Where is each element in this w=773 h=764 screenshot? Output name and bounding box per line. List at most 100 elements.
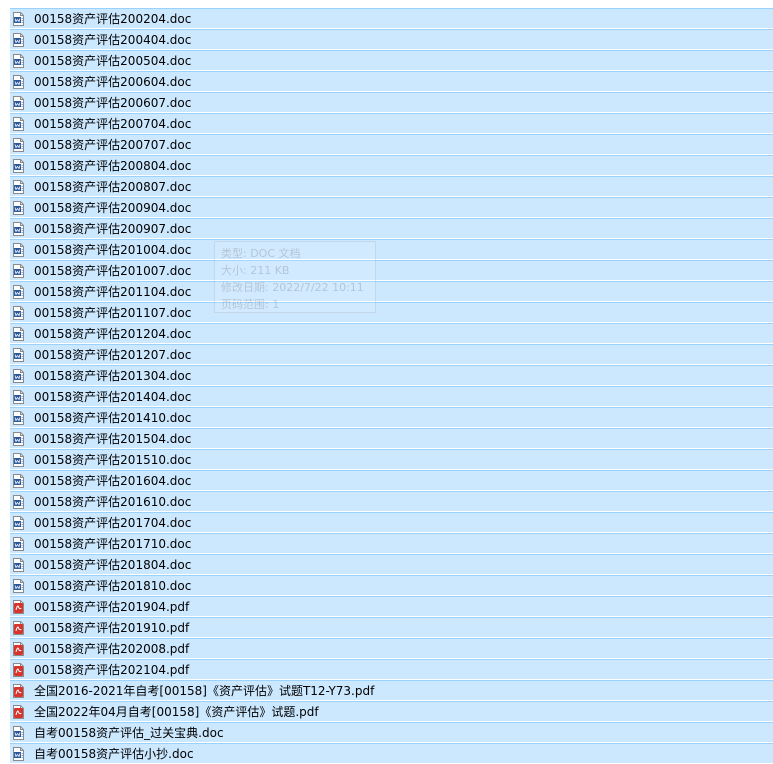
file-row[interactable]: 00158资产评估202104.pdf	[10, 659, 773, 679]
doc-file-icon	[13, 368, 24, 383]
file-name: 全国2016-2021年自考[00158]《资产评估》试题T12-Y73.pdf	[34, 683, 375, 698]
file-name: 00158资产评估201510.doc	[34, 452, 192, 467]
file-row[interactable]: 00158资产评估201804.doc	[10, 554, 773, 574]
file-row[interactable]: 00158资产评估201404.doc	[10, 386, 773, 406]
doc-file-icon	[13, 515, 24, 530]
file-row[interactable]: 00158资产评估201810.doc	[10, 575, 773, 595]
file-name: 全国2022年04月自考[00158]《资产评估》试题.pdf	[34, 704, 319, 719]
doc-file-icon	[13, 53, 24, 68]
doc-file-icon	[13, 389, 24, 404]
doc-file-icon	[13, 536, 24, 551]
file-row[interactable]: 00158资产评估201604.doc	[10, 470, 773, 490]
file-row[interactable]: 00158资产评估200804.doc	[10, 155, 773, 175]
doc-file-icon	[13, 494, 24, 509]
file-row[interactable]: 00158资产评估200904.doc	[10, 197, 773, 217]
file-name: 00158资产评估200904.doc	[34, 200, 192, 215]
file-row[interactable]: 自考00158资产评估_过关宝典.doc	[10, 722, 773, 742]
doc-file-icon	[13, 305, 24, 320]
file-row[interactable]: 00158资产评估200807.doc	[10, 176, 773, 196]
doc-file-icon	[13, 221, 24, 236]
doc-file-icon	[13, 158, 24, 173]
file-name: 00158资产评估200404.doc	[34, 32, 192, 47]
file-name: 00158资产评估200607.doc	[34, 95, 192, 110]
file-row[interactable]: 00158资产评估200604.doc	[10, 71, 773, 91]
doc-file-icon	[13, 74, 24, 89]
file-name: 00158资产评估200704.doc	[34, 116, 192, 131]
pdf-file-icon	[13, 620, 24, 635]
file-row[interactable]: 00158资产评估200504.doc	[10, 50, 773, 70]
file-row[interactable]: 00158资产评估200704.doc	[10, 113, 773, 133]
file-row[interactable]: 00158资产评估201904.pdf	[10, 596, 773, 616]
file-row[interactable]: 00158资产评估201410.doc	[10, 407, 773, 427]
file-name: 00158资产评估201404.doc	[34, 389, 192, 404]
doc-file-icon	[13, 95, 24, 110]
doc-file-icon	[13, 431, 24, 446]
file-row[interactable]: 00158资产评估201107.doc	[10, 302, 773, 322]
doc-file-icon	[13, 557, 24, 572]
file-name: 00158资产评估201910.pdf	[34, 620, 190, 635]
doc-file-icon	[13, 179, 24, 194]
doc-file-icon	[13, 473, 24, 488]
file-row[interactable]: 00158资产评估201304.doc	[10, 365, 773, 385]
file-row[interactable]: 00158资产评估200607.doc	[10, 92, 773, 112]
file-name: 00158资产评估201410.doc	[34, 410, 192, 425]
file-name: 00158资产评估202008.pdf	[34, 641, 190, 656]
file-name: 00158资产评估201804.doc	[34, 557, 192, 572]
file-row[interactable]: 00158资产评估201710.doc	[10, 533, 773, 553]
file-row[interactable]: 00158资产评估201204.doc	[10, 323, 773, 343]
file-row[interactable]: 00158资产评估201704.doc	[10, 512, 773, 532]
doc-file-icon	[13, 200, 24, 215]
doc-file-icon	[13, 11, 24, 26]
file-name: 00158资产评估201007.doc	[34, 263, 192, 278]
file-row[interactable]: 00158资产评估200204.doc	[10, 8, 773, 28]
file-row[interactable]: 00158资产评估201207.doc	[10, 344, 773, 364]
file-name: 00158资产评估201610.doc	[34, 494, 192, 509]
doc-file-icon	[13, 578, 24, 593]
file-row[interactable]: 00158资产评估201004.doc	[10, 239, 773, 259]
pdf-file-icon	[13, 662, 24, 677]
doc-file-icon	[13, 725, 24, 740]
file-name: 00158资产评估200907.doc	[34, 221, 192, 236]
file-name: 00158资产评估201704.doc	[34, 515, 192, 530]
file-name: 00158资产评估201104.doc	[34, 284, 192, 299]
file-row[interactable]: 00158资产评估201510.doc	[10, 449, 773, 469]
doc-file-icon	[13, 326, 24, 341]
file-row[interactable]: 全国2022年04月自考[00158]《资产评估》试题.pdf	[10, 701, 773, 721]
file-name: 自考00158资产评估小抄.doc	[34, 746, 194, 761]
file-row[interactable]: 00158资产评估200707.doc	[10, 134, 773, 154]
file-row[interactable]: 00158资产评估202008.pdf	[10, 638, 773, 658]
file-name: 00158资产评估201710.doc	[34, 536, 192, 551]
file-row[interactable]: 全国2016-2021年自考[00158]《资产评估》试题T12-Y73.pdf	[10, 680, 773, 700]
file-row[interactable]: 00158资产评估201104.doc	[10, 281, 773, 301]
file-row[interactable]: 00158资产评估200404.doc	[10, 29, 773, 49]
doc-file-icon	[13, 242, 24, 257]
file-name: 00158资产评估201204.doc	[34, 326, 192, 341]
doc-file-icon	[13, 410, 24, 425]
file-row[interactable]: 00158资产评估201504.doc	[10, 428, 773, 448]
doc-file-icon	[13, 263, 24, 278]
doc-file-icon	[13, 347, 24, 362]
file-row[interactable]: 00158资产评估201910.pdf	[10, 617, 773, 637]
pdf-file-icon	[13, 641, 24, 656]
file-list: 00158资产评估200204.doc 00158资产评估200404.doc 00…	[10, 8, 773, 764]
file-name: 00158资产评估200807.doc	[34, 179, 192, 194]
file-name: 00158资产评估200504.doc	[34, 53, 192, 68]
file-name: 00158资产评估200204.doc	[34, 11, 192, 26]
file-name: 00158资产评估202104.pdf	[34, 662, 190, 677]
file-name: 00158资产评估201107.doc	[34, 305, 192, 320]
file-name: 00158资产评估200804.doc	[34, 158, 192, 173]
file-row[interactable]: 00158资产评估201610.doc	[10, 491, 773, 511]
doc-file-icon	[13, 746, 24, 761]
file-name: 00158资产评估201904.pdf	[34, 599, 190, 614]
file-name: 00158资产评估201504.doc	[34, 431, 192, 446]
file-row[interactable]: 自考00158资产评估小抄.doc	[10, 743, 773, 763]
pdf-file-icon	[13, 704, 24, 719]
file-row[interactable]: 00158资产评估201007.doc	[10, 260, 773, 280]
file-name: 00158资产评估201810.doc	[34, 578, 192, 593]
file-name: 00158资产评估201604.doc	[34, 473, 192, 488]
pdf-file-icon	[13, 599, 24, 614]
doc-file-icon	[13, 452, 24, 467]
file-row[interactable]: 00158资产评估200907.doc	[10, 218, 773, 238]
file-name: 自考00158资产评估_过关宝典.doc	[34, 725, 224, 740]
file-name: 00158资产评估201304.doc	[34, 368, 192, 383]
